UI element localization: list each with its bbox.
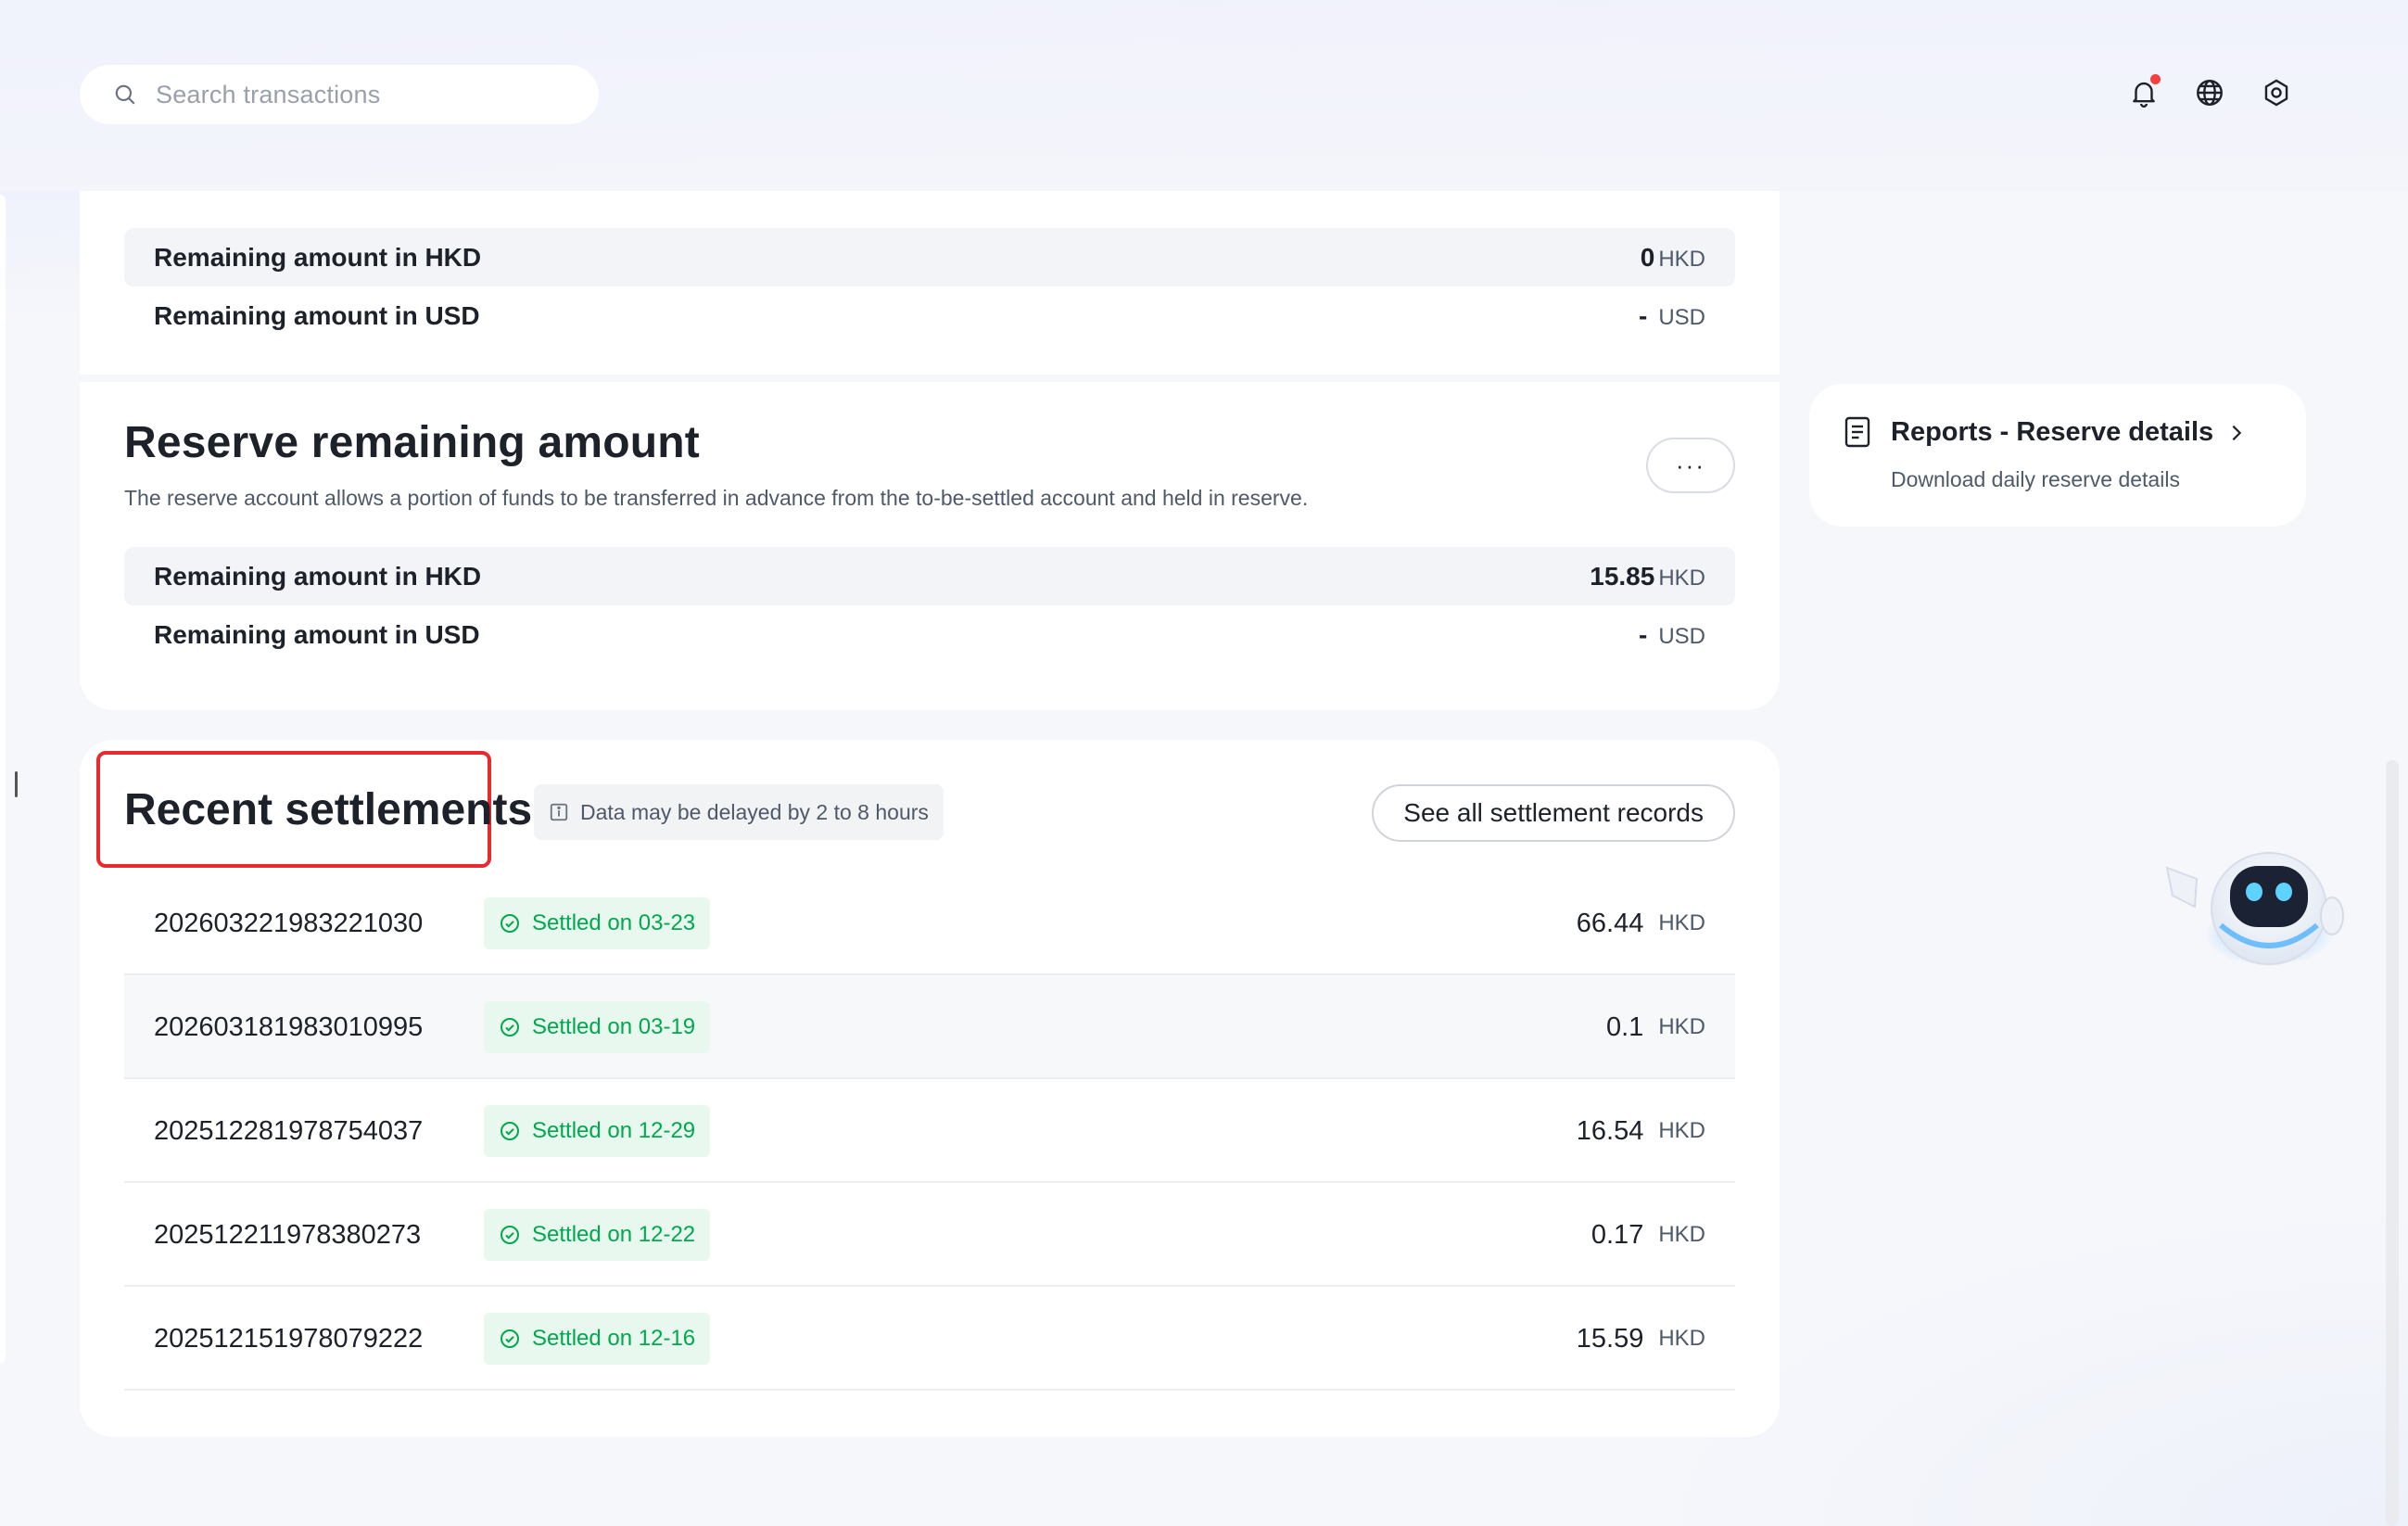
reserve-description: The reserve account allows a portion of … bbox=[124, 486, 1309, 510]
status-text: Settled on 12-22 bbox=[532, 1222, 696, 1247]
search-placeholder: Search transactions bbox=[156, 80, 381, 108]
amount-value: - bbox=[1639, 619, 1648, 649]
check-circle-icon bbox=[501, 1018, 519, 1036]
language-button[interactable] bbox=[2191, 74, 2228, 111]
status-badge: Settled on 03-19 bbox=[484, 1001, 711, 1053]
row-value: - USD bbox=[1639, 620, 1705, 650]
remaining-row-usd: Remaining amount in USD - USD bbox=[124, 286, 1735, 345]
recent-settlements-title: Recent settlements bbox=[124, 785, 533, 834]
currency-code: HKD bbox=[1658, 246, 1705, 272]
row-value: - USD bbox=[1639, 301, 1705, 331]
report-description: Download daily reserve details bbox=[1891, 467, 2180, 491]
report-title-text: Reports - Reserve details bbox=[1891, 417, 2214, 447]
settlement-amount: 0.17 HKD bbox=[1591, 1183, 1705, 1287]
settlement-id: 202603221983221030 bbox=[154, 909, 424, 938]
amount-value: 16.54 bbox=[1576, 1115, 1644, 1146]
row-value: 0 HKD bbox=[1641, 243, 1705, 273]
reserve-title: Reserve remaining amount bbox=[124, 418, 700, 467]
chevron-right-icon bbox=[2232, 425, 2242, 440]
status-text: Settled on 12-16 bbox=[532, 1326, 696, 1351]
check-circle-icon bbox=[501, 1122, 519, 1140]
report-title: Reports - Reserve details bbox=[1891, 417, 2247, 448]
status-text: Settled on 03-23 bbox=[532, 910, 696, 935]
check-circle-icon bbox=[501, 1329, 519, 1348]
delay-notice: Data may be delayed by 2 to 8 hours bbox=[534, 784, 944, 840]
reserve-row-hkd: Remaining amount in HKD 15.85 HKD bbox=[124, 547, 1735, 605]
sidebar-resize-handle[interactable] bbox=[15, 771, 18, 797]
remaining-amount-card: Remaining amount in HKD 0 HKD Remaining … bbox=[80, 191, 1780, 375]
currency-code: HKD bbox=[1658, 1014, 1705, 1039]
amount-value: 66.44 bbox=[1576, 908, 1644, 938]
settings-icon bbox=[2264, 79, 2288, 107]
info-icon bbox=[550, 803, 568, 821]
page-scrollbar[interactable] bbox=[2386, 760, 2399, 1526]
currency-code: HKD bbox=[1658, 565, 1705, 591]
amount-value: 15.85 bbox=[1590, 561, 1655, 591]
row-value: 15.85 HKD bbox=[1590, 562, 1705, 591]
settings-button[interactable] bbox=[2258, 74, 2295, 111]
see-all-settlements-button[interactable]: See all settlement records bbox=[1372, 784, 1735, 842]
search-icon bbox=[115, 84, 135, 105]
settlement-row[interactable]: 202603181983010995 Settled on 03-19 0.1 … bbox=[124, 975, 1735, 1079]
delay-notice-text: Data may be delayed by 2 to 8 hours bbox=[580, 799, 929, 824]
settlement-row[interactable]: 202512151978079222 Settled on 12-16 15.5… bbox=[124, 1287, 1735, 1391]
currency-code: HKD bbox=[1658, 1118, 1705, 1143]
settlement-amount: 0.1 HKD bbox=[1606, 975, 1705, 1079]
status-badge: Settled on 12-16 bbox=[484, 1313, 711, 1365]
row-label: Remaining amount in USD bbox=[154, 300, 480, 330]
reserve-row-usd: Remaining amount in USD - USD bbox=[124, 605, 1735, 664]
remaining-row-hkd: Remaining amount in HKD 0 HKD bbox=[124, 228, 1735, 286]
currency-code: USD bbox=[1658, 623, 1705, 649]
globe-icon bbox=[2197, 80, 2223, 106]
check-circle-icon bbox=[501, 1226, 519, 1244]
status-text: Settled on 03-19 bbox=[532, 1014, 696, 1039]
reserve-remaining-card: Reserve remaining amount The reserve acc… bbox=[80, 382, 1780, 710]
status-badge: Settled on 03-23 bbox=[484, 897, 711, 949]
settlement-row[interactable]: 202512281978754037 Settled on 12-29 16.5… bbox=[124, 1079, 1735, 1183]
reserve-details-report-card[interactable]: Reports - Reserve details Download daily… bbox=[1809, 384, 2306, 527]
assistant-robot-icon[interactable] bbox=[2160, 831, 2354, 979]
recent-settlements-card: Recent settlements Data may be delayed b… bbox=[80, 740, 1780, 1437]
more-options-button[interactable]: ··· bbox=[1646, 438, 1735, 493]
row-label: Remaining amount in USD bbox=[154, 619, 480, 649]
currency-code: HKD bbox=[1658, 1222, 1705, 1247]
amount-value: 0.1 bbox=[1606, 1011, 1644, 1042]
settlement-amount: 15.59 HKD bbox=[1577, 1287, 1705, 1391]
currency-code: USD bbox=[1658, 304, 1705, 330]
settlement-id: 202603181983010995 bbox=[154, 1012, 424, 1042]
settlement-row[interactable]: 202512211978380273 Settled on 12-22 0.17… bbox=[124, 1183, 1735, 1287]
amount-value: 15.59 bbox=[1576, 1323, 1644, 1354]
check-circle-icon bbox=[501, 914, 519, 933]
settlement-id: 202512211978380273 bbox=[154, 1220, 422, 1250]
amount-value: - bbox=[1639, 300, 1648, 330]
top-bar: Search transactions bbox=[0, 0, 2408, 191]
settlement-row[interactable]: 202603221983221030 Settled on 03-23 66.4… bbox=[124, 871, 1735, 975]
settlement-id: 202512281978754037 bbox=[154, 1116, 424, 1146]
search-input[interactable]: Search transactions bbox=[80, 65, 599, 124]
document-icon bbox=[1844, 416, 1870, 448]
status-badge: Settled on 12-22 bbox=[484, 1209, 711, 1261]
sidebar-edge bbox=[0, 195, 6, 1363]
notification-dot bbox=[2150, 74, 2161, 84]
currency-code: HKD bbox=[1658, 910, 1705, 935]
notifications-button[interactable] bbox=[2125, 74, 2162, 111]
settlement-id: 202512151978079222 bbox=[154, 1324, 424, 1354]
amount-value: 0.17 bbox=[1591, 1219, 1644, 1250]
currency-code: HKD bbox=[1658, 1326, 1705, 1351]
status-text: Settled on 12-29 bbox=[532, 1118, 696, 1143]
settlement-amount: 16.54 HKD bbox=[1577, 1079, 1705, 1183]
amount-value: 0 bbox=[1640, 242, 1655, 272]
row-label: Remaining amount in HKD bbox=[154, 242, 482, 272]
status-badge: Settled on 12-29 bbox=[484, 1105, 711, 1157]
settlement-amount: 66.44 HKD bbox=[1577, 871, 1705, 975]
row-label: Remaining amount in HKD bbox=[154, 561, 482, 591]
